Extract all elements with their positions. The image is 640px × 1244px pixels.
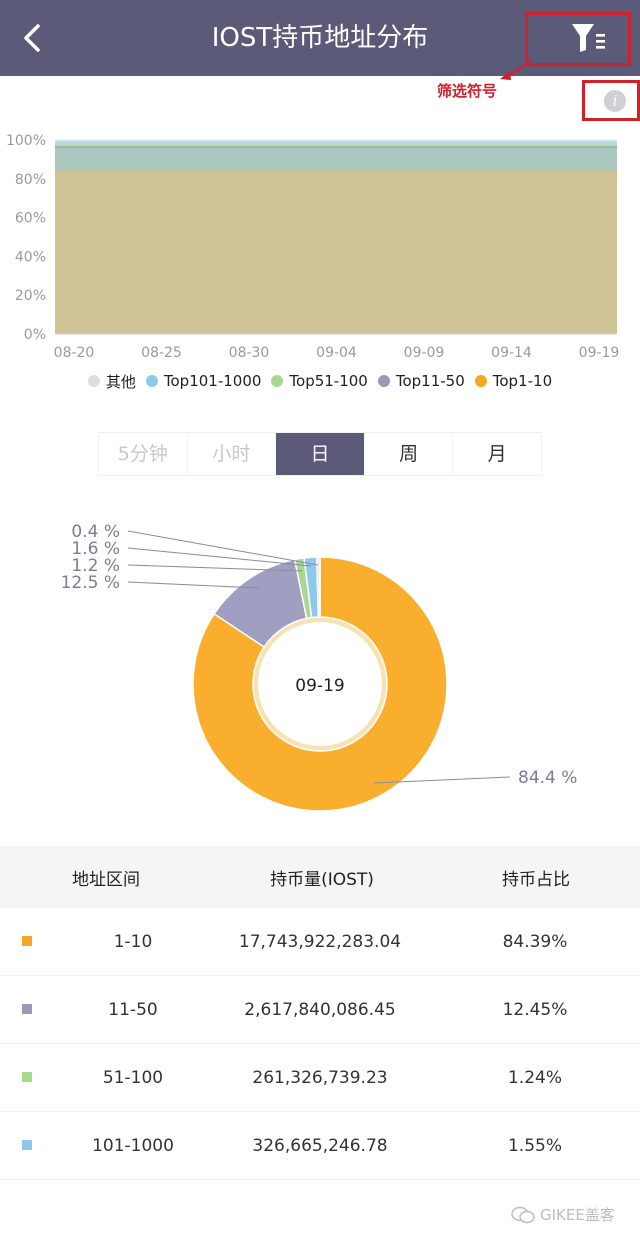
legend-label: 其他 [105, 372, 136, 391]
back-arrow-icon[interactable] [14, 18, 50, 58]
tab-1[interactable]: 小时 [187, 433, 277, 475]
header-range: 地址区间 [72, 869, 140, 890]
legend-dot-icon [87, 375, 100, 387]
tab-4[interactable]: 月 [453, 433, 541, 475]
legend-item[interactable]: Top1-10 [474, 372, 553, 390]
legend-item[interactable]: Top51-100 [271, 372, 368, 390]
donut-chart: 09-19 84.4 % 12.5 %1.2 %1.6 %0.4 % [61, 522, 577, 812]
legend-dot-icon [145, 375, 158, 387]
x-tick-label: 09-19 [579, 345, 620, 361]
x-tick-label: 09-09 [404, 345, 445, 361]
cell-pct: 1.24% [507, 1067, 562, 1088]
table-row: 1-10 17,743,922,283.04 84.39% [0, 908, 640, 976]
legend-dot-icon [271, 375, 284, 387]
annotation-arrow [500, 59, 531, 80]
x-tick-label: 09-04 [316, 345, 357, 361]
y-tick-label: 20% [15, 288, 46, 304]
x-tick-label: 09-14 [491, 345, 532, 361]
cell-pct: 12.45% [502, 999, 568, 1020]
legend-dot-icon [377, 375, 390, 387]
callout-line [127, 547, 312, 567]
table-row: 51-100 261,326,739.23 1.24% [0, 1044, 640, 1112]
holdings-table: 地址区间 持币量(IOST) 持币占比 1-10 17,743,922,283.0… [0, 846, 640, 1180]
legend-item[interactable]: Top11-50 [377, 372, 465, 390]
cell-amount: 326,665,246.78 [252, 1135, 388, 1156]
slice-label: 84.4 % [518, 768, 577, 788]
wechat-icon [511, 1206, 535, 1223]
area-band-0 [55, 170, 617, 334]
slice-label: 12.5 % [61, 573, 120, 593]
tab-2[interactable]: 日 [276, 433, 365, 475]
cell-pct: 1.55% [507, 1135, 562, 1156]
header-amount: 持币量(IOST) [270, 869, 374, 890]
table-header: 地址区间 持币量(IOST) 持币占比 [0, 846, 640, 908]
tab-0[interactable]: 5分钟 [99, 433, 188, 475]
cell-amount: 261,326,739.23 [252, 1067, 388, 1088]
cell-range: 1-10 [113, 931, 153, 952]
tab-3[interactable]: 周 [364, 433, 454, 475]
y-tick-label: 60% [15, 211, 46, 227]
slice-label: 0.4 % [71, 522, 120, 542]
legend-item[interactable]: Top101-1000 [145, 372, 262, 390]
slice-label: 1.2 % [71, 556, 120, 576]
legend-item[interactable]: 其他 [87, 371, 136, 392]
y-tick-label: 100% [6, 133, 46, 149]
period-tabs: 5分钟 小时日周月 [98, 432, 542, 476]
cell-pct: 84.39% [502, 931, 568, 952]
y-tick-label: 80% [15, 172, 46, 188]
cell-amount: 2,617,840,086.45 [244, 999, 396, 1020]
x-tick-label: 08-20 [54, 345, 95, 361]
donut-center-label: 09-19 [295, 676, 344, 696]
y-tick-label: 40% [15, 249, 46, 265]
slice-label: 1.6 % [71, 539, 120, 559]
info-icon[interactable]: i [604, 90, 626, 112]
cell-amount: 17,743,922,283.04 [238, 931, 402, 952]
stacked-area-chart: 100% 80% 60% 40% 20% 0% 08-20 08-25 08-30 09-04 09… [6, 133, 620, 361]
legend-label: Top101-1000 [163, 372, 262, 390]
x-tick-label: 08-30 [229, 345, 270, 361]
cell-range: 11-50 [108, 999, 158, 1020]
legend-label: Top11-50 [395, 372, 465, 390]
cell-range: 51-100 [102, 1067, 164, 1088]
cell-range: 101-1000 [92, 1135, 174, 1156]
filter-highlight-box [525, 12, 631, 66]
watermark-text: GIKEE盖客 [540, 1206, 615, 1224]
y-tick-label: 0% [24, 327, 46, 343]
legend-dot-icon [474, 375, 487, 387]
chart-legend: 其他 Top101-1000 Top51-100 Top11-50 Top1-10 [0, 368, 640, 394]
legend-label: Top1-10 [492, 372, 553, 390]
callout-line [127, 530, 319, 566]
table-row: 11-50 2,617,840,086.45 12.45% [0, 976, 640, 1044]
header-pct: 持币占比 [502, 869, 570, 890]
watermark: GIKEE盖客 [510, 1204, 615, 1225]
table-row: 101-1000 326,665,246.78 1.55% [0, 1112, 640, 1180]
filter-annotation-label: 筛选符号 [437, 82, 498, 100]
x-tick-label: 08-25 [141, 345, 182, 361]
callout-line [127, 581, 259, 589]
legend-label: Top51-100 [289, 372, 368, 390]
